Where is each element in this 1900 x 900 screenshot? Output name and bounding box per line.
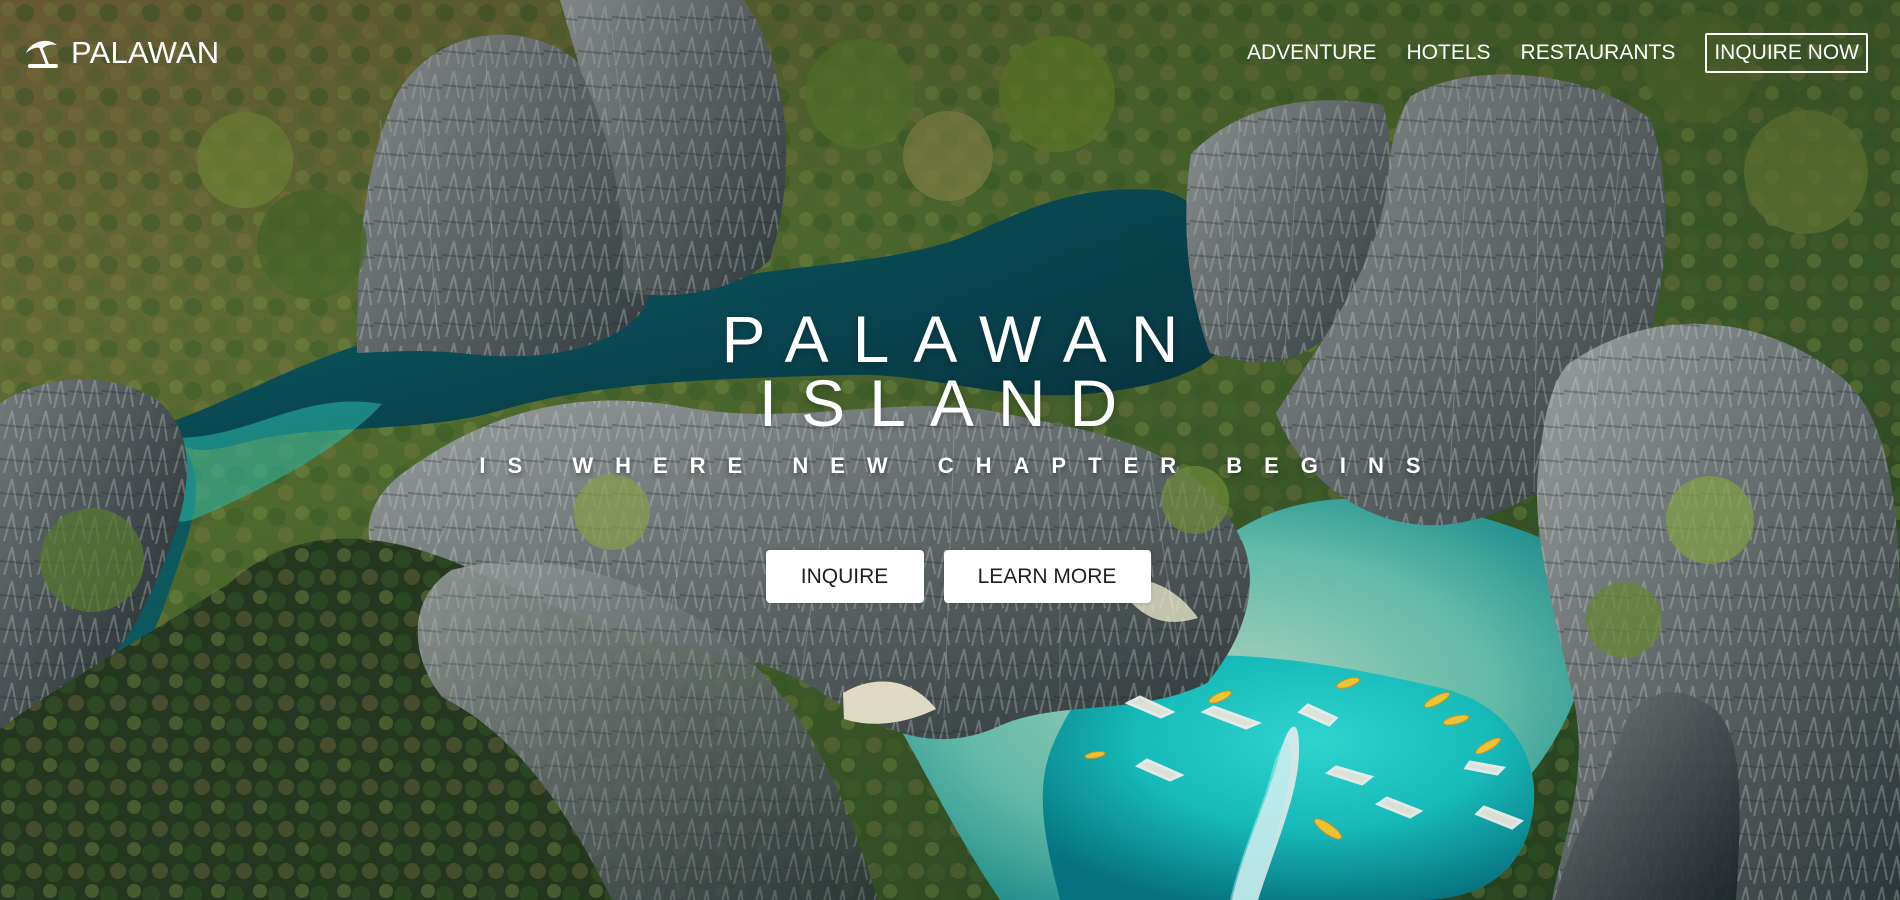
inquire-now-button[interactable]: INQUIRE NOW (1705, 33, 1868, 73)
inquire-button[interactable]: INQUIRE (765, 550, 924, 603)
main-menu: ADVENTURE HOTELS RESTAURANTS INQUIRE NOW (1232, 33, 1868, 73)
learn-more-button[interactable]: LEARN MORE (943, 550, 1151, 603)
hero-title: PALAWAN ISLAND (0, 306, 1900, 436)
nav-adventure-link[interactable]: ADVENTURE (1232, 33, 1392, 73)
hero-section: PALAWAN ADVENTURE HOTELS RESTAURANTS INQ… (0, 0, 1900, 900)
hero-subtitle: IS WHERE NEW CHAPTER BEGINS (479, 453, 1443, 478)
hero-content: PALAWAN ISLAND IS WHERE NEW CHAPTER BEGI… (0, 306, 1900, 603)
hero-title-line-2: ISLAND (758, 366, 1142, 440)
top-navigation: PALAWAN ADVENTURE HOTELS RESTAURANTS INQ… (0, 0, 1900, 106)
hero-actions: INQUIRE LEARN MORE (16, 550, 1900, 603)
palawan-logo-link[interactable]: PALAWAN (21, 35, 219, 71)
nav-restaurants-link[interactable]: RESTAURANTS (1506, 33, 1691, 73)
umbrella-icon (21, 35, 61, 71)
nav-hotels-link[interactable]: HOTELS (1392, 33, 1506, 73)
hero-title-line-1: PALAWAN (721, 302, 1203, 376)
brand-name: PALAWAN (71, 35, 220, 70)
